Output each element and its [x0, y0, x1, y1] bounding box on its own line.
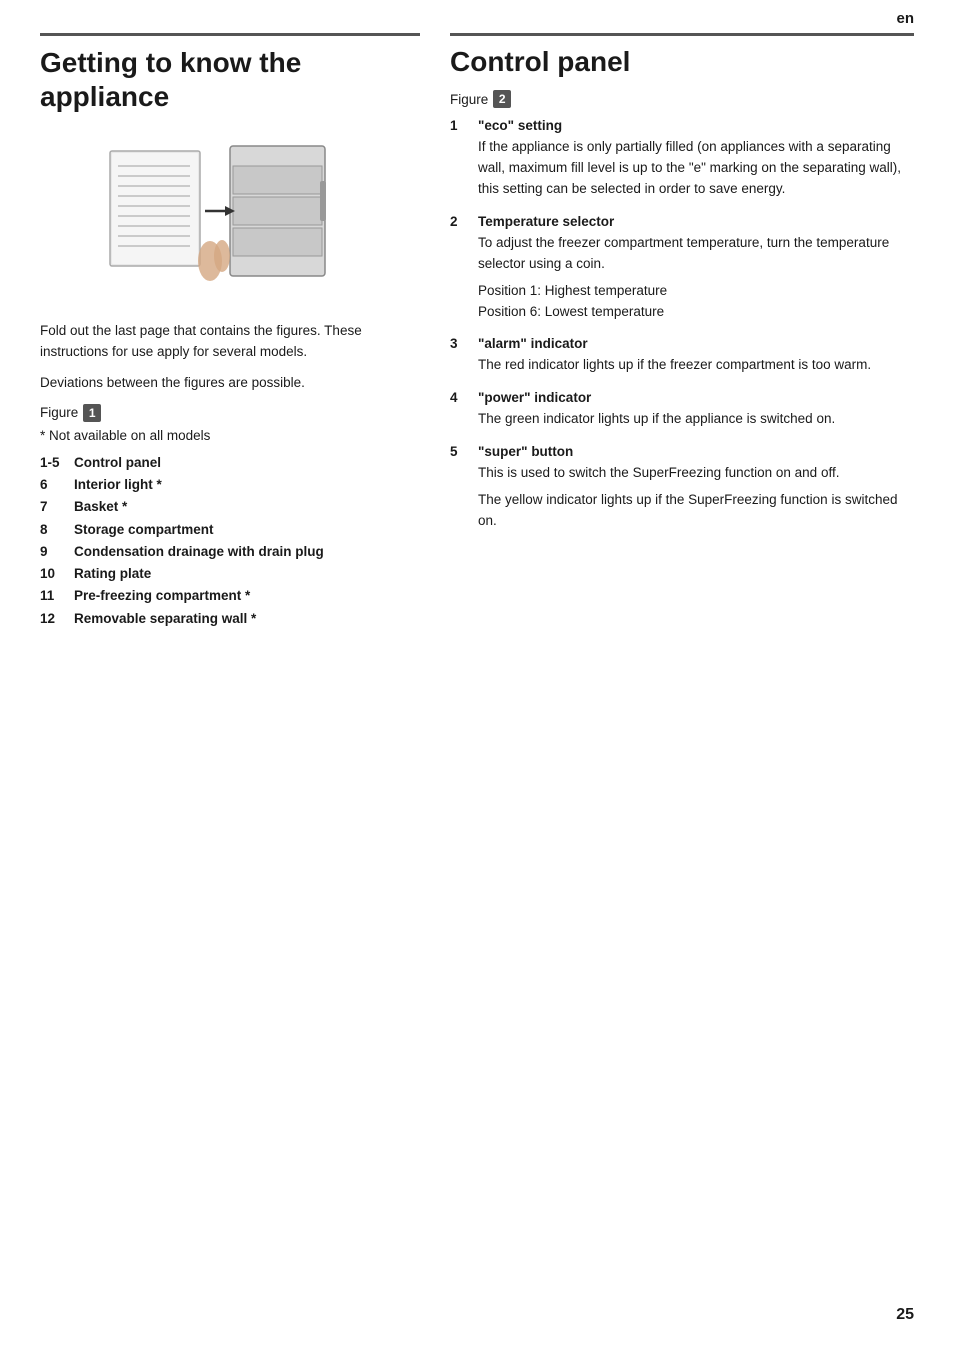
feature-item-4: 8 Storage compartment — [40, 520, 420, 540]
cp-item-2-desc: To adjust the freezer compartment temper… — [478, 233, 914, 275]
feature-item-2: 6 Interior light * — [40, 475, 420, 495]
top-bar: en — [0, 0, 954, 31]
appliance-svg — [100, 131, 360, 301]
figure2-box: 2 — [493, 90, 511, 108]
right-section-title: Control panel — [450, 46, 914, 78]
page: en Getting to know the appliance — [0, 0, 954, 1354]
figure1-box: 1 — [83, 404, 101, 422]
feature-item-1: 1-5 Control panel — [40, 453, 420, 473]
cp-item-1: 1 "eco" setting If the appliance is only… — [450, 118, 914, 200]
two-col-layout: Getting to know the appliance — [0, 36, 954, 631]
intro-text-2: Deviations between the figures are possi… — [40, 373, 420, 394]
lang-label: en — [896, 10, 914, 27]
cp-item-4: 4 "power" indicator The green indicator … — [450, 390, 914, 430]
cp-item-1-header: 1 "eco" setting — [450, 118, 914, 133]
figure2-label: Figure 2 — [450, 90, 914, 108]
feature-item-7: 11 Pre-freezing compartment * — [40, 586, 420, 606]
cp-item-2-header: 2 Temperature selector — [450, 214, 914, 229]
feature-item-3: 7 Basket * — [40, 497, 420, 517]
cp-item-4-header: 4 "power" indicator — [450, 390, 914, 405]
appliance-illustration — [100, 131, 360, 301]
feature-list: 1-5 Control panel 6 Interior light * 7 B… — [40, 453, 420, 629]
cp-item-3: 3 "alarm" indicator The red indicator li… — [450, 336, 914, 376]
cp-item-2: 2 Temperature selector To adjust the fre… — [450, 214, 914, 323]
right-column: Control panel Figure 2 1 "eco" setting I… — [450, 36, 914, 631]
left-column: Getting to know the appliance — [40, 36, 420, 631]
page-number: 25 — [896, 1306, 914, 1324]
cp-item-1-desc: If the appliance is only partially fille… — [478, 137, 914, 200]
cp-item-3-header: 3 "alarm" indicator — [450, 336, 914, 351]
cp-item-2-sub1: Position 1: Highest temperature — [478, 281, 914, 302]
cp-item-2-sub2: Position 6: Lowest temperature — [478, 302, 914, 323]
left-section-title: Getting to know the appliance — [40, 46, 420, 113]
cp-item-5: 5 "super" button This is used to switch … — [450, 444, 914, 532]
note-text: * Not available on all models — [40, 428, 420, 443]
cp-item-5-sub1: The yellow indicator lights up if the Su… — [478, 490, 914, 532]
cp-item-3-desc: The red indicator lights up if the freez… — [478, 355, 914, 376]
cp-item-4-desc: The green indicator lights up if the app… — [478, 409, 914, 430]
intro-text-1: Fold out the last page that contains the… — [40, 321, 420, 363]
figure1-label: Figure 1 — [40, 404, 420, 422]
feature-item-6: 10 Rating plate — [40, 564, 420, 584]
cp-item-5-header: 5 "super" button — [450, 444, 914, 459]
feature-item-8: 12 Removable separating wall * — [40, 609, 420, 629]
cp-item-5-desc: This is used to switch the SuperFreezing… — [478, 463, 914, 484]
feature-item-5: 9 Condensation drainage with drain plug — [40, 542, 420, 562]
